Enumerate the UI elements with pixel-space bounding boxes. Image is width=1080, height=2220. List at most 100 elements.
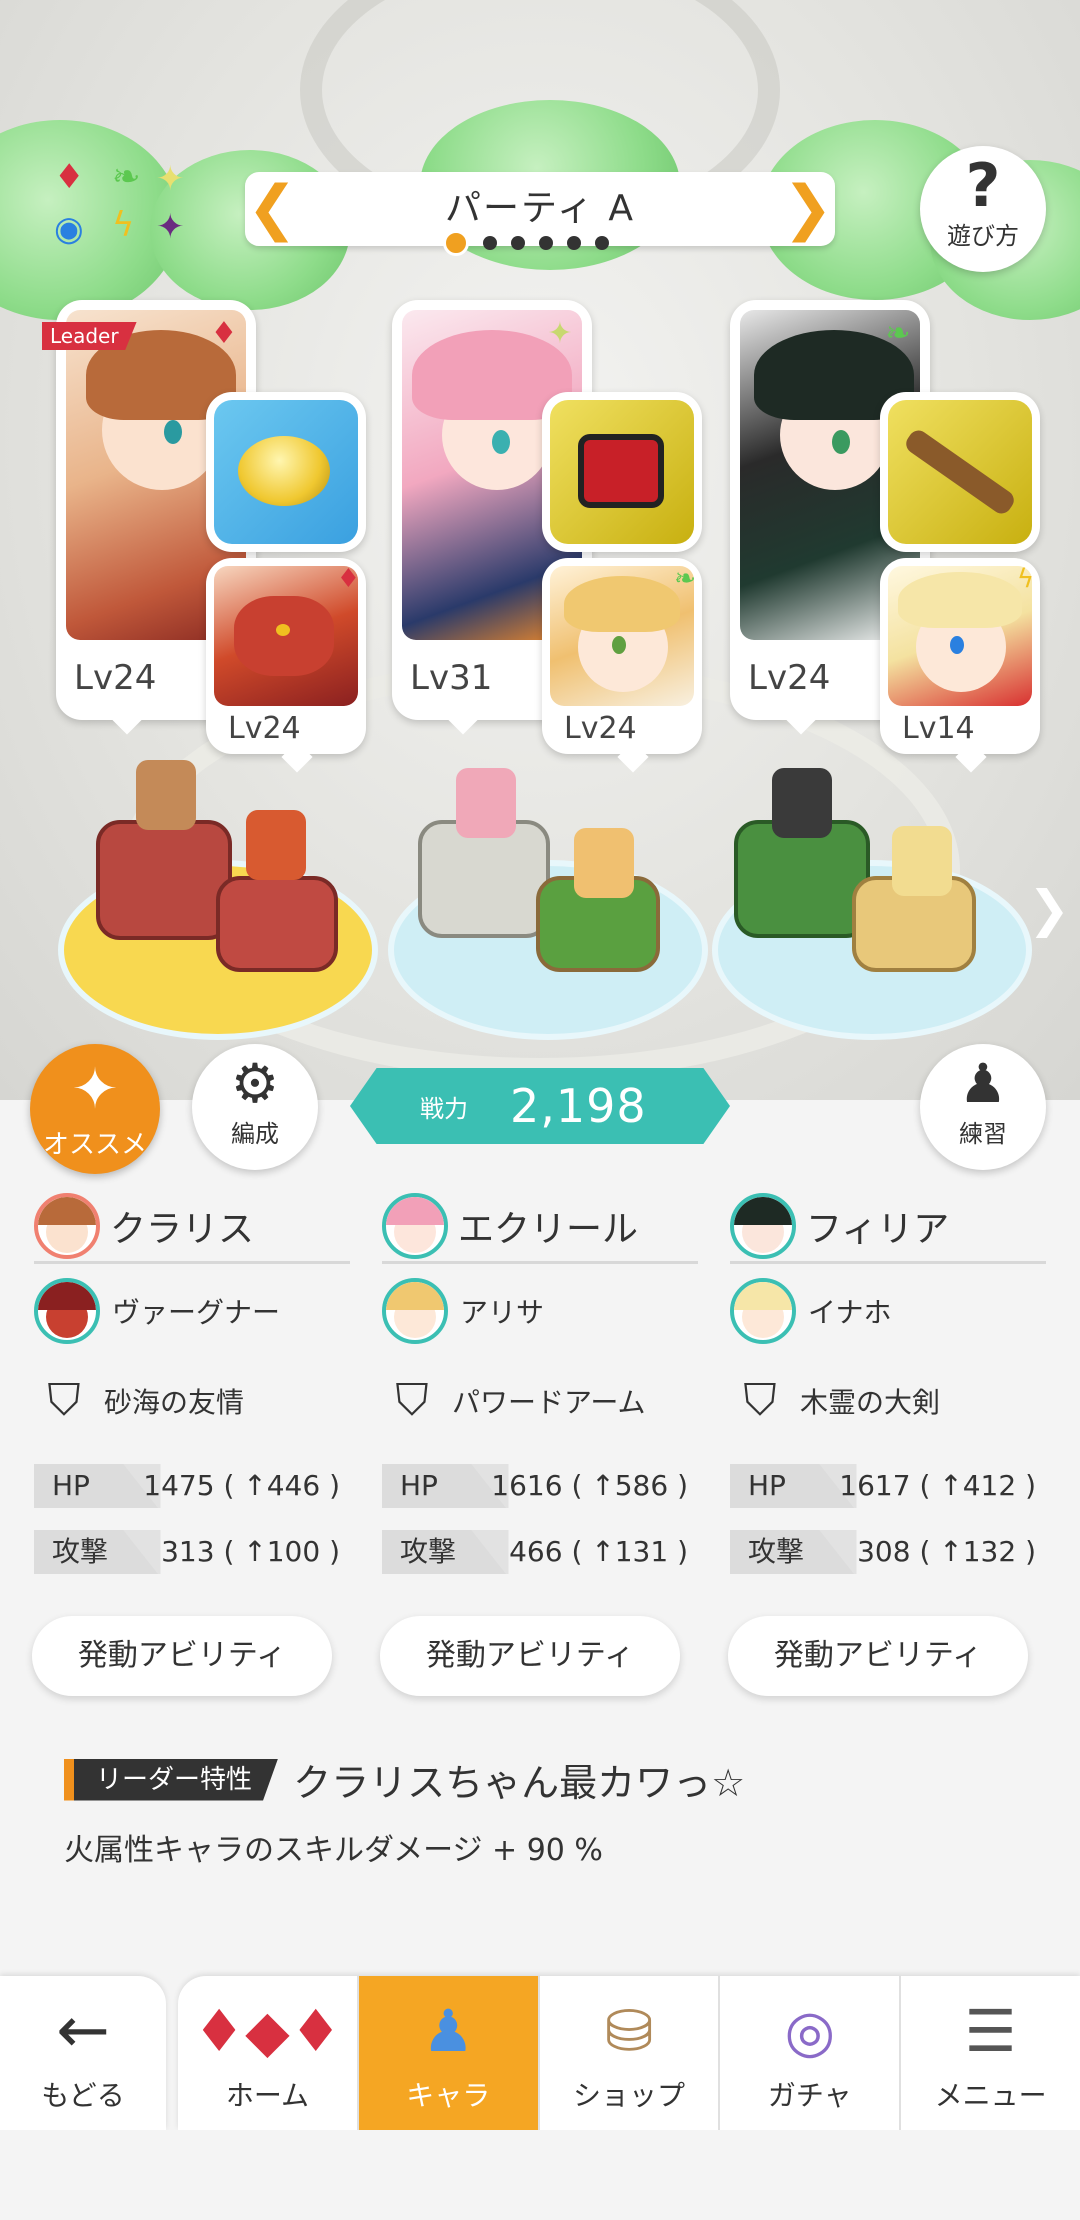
leader-skill-tag: リーダー特性 (64, 1758, 279, 1801)
unit-slot-3: ❧ Lv24 ϟ Lv14 (730, 300, 1060, 780)
chibi-sprite (892, 826, 952, 896)
sub-name: イナホ (808, 1296, 892, 1329)
sub-character-card[interactable]: ❧ Lv24 (542, 558, 702, 754)
leader-skill-title: クラリスちゃん最カワっ☆ (293, 1761, 746, 1805)
sub-name: ヴァーグナー (112, 1296, 281, 1329)
ability-button-2[interactable]: 発動アビリティ (380, 1616, 680, 1696)
party-dot[interactable] (539, 236, 553, 250)
wind-element-icon: ❧ (885, 316, 911, 351)
lightning-icon: ϟ (112, 205, 135, 245)
weapon-row[interactable]: ⛉ 木霊の大剣 (730, 1358, 1046, 1444)
next-party-arrow-icon[interactable]: ❯ (783, 178, 833, 238)
sub-name-row[interactable]: アリサ (382, 1264, 698, 1358)
sub-character-card[interactable]: ϟ Lv14 (880, 558, 1040, 754)
party-dot[interactable] (483, 236, 497, 250)
ability-button-3[interactable]: 発動アビリティ (728, 1616, 1028, 1696)
weapon-shield-icon: ⛉ (47, 1375, 81, 1426)
attack-row: 攻撃 466 ( ↑131 ) (382, 1530, 698, 1574)
equipment-slot[interactable] (542, 392, 702, 552)
scroll-right-arrow-icon[interactable]: ❯ (1028, 880, 1070, 938)
tab-shop[interactable]: ⛁ ショップ (540, 1976, 721, 2130)
back-arrow-icon: ← (56, 1994, 110, 2068)
party-dot[interactable] (511, 236, 525, 250)
chibi-sprite (772, 768, 832, 838)
sub-name-row[interactable]: イナホ (730, 1264, 1046, 1358)
tab-menu[interactable]: ☰ メニュー (901, 1976, 1080, 2130)
main-name-row[interactable]: エクリール (382, 1190, 698, 1264)
character-figure-icon: ♟ (422, 1997, 475, 2065)
shop-bags-icon: ⛁ (604, 1997, 654, 2065)
attack-row: 攻撃 308 ( ↑132 ) (730, 1530, 1046, 1574)
help-label: 遊び方 (947, 222, 1019, 250)
bottom-safe-area (0, 2130, 1080, 2220)
sub-name-row[interactable]: ヴァーグナー (34, 1264, 350, 1358)
back-button[interactable]: ← もどる (0, 1976, 166, 2130)
party-dot[interactable] (567, 236, 581, 250)
party-page-dots (443, 230, 609, 256)
sub-avatar (382, 1278, 448, 1344)
chibi-sprite (246, 810, 306, 880)
unit-slot-1: Leader ♦ Lv24 ♦ Lv24 (42, 300, 386, 780)
weapon-shield-icon: ⛉ (743, 1375, 777, 1426)
weapon-name: 砂海の友情 (104, 1386, 245, 1419)
tab-gacha-label: ガチャ (767, 2079, 852, 2112)
main-name: フィリア (806, 1208, 950, 1250)
fire-element-icon: ♦ (336, 564, 360, 594)
equipment-slot[interactable] (880, 392, 1040, 552)
practice-button[interactable]: ♟ 練習 (920, 1044, 1046, 1170)
hp-row: HP 1616 ( ↑586 ) (382, 1464, 698, 1508)
sub-character-card[interactable]: ♦ Lv24 (206, 558, 366, 754)
equipment-slot[interactable] (206, 392, 366, 552)
leader-tag: Leader (42, 322, 137, 350)
main-level: Lv31 (410, 658, 493, 698)
thunder-element-icon: ϟ (1016, 564, 1034, 594)
recommend-button[interactable]: ✦ オススメ (30, 1044, 160, 1174)
ability-button-1[interactable]: 発動アビリティ (32, 1616, 332, 1696)
weapon-row[interactable]: ⛉ 砂海の友情 (34, 1358, 350, 1444)
sub-level: Lv24 (564, 711, 637, 746)
formation-button[interactable]: ⚙ 編成 (192, 1044, 318, 1170)
tab-shop-label: ショップ (572, 2079, 685, 2112)
main-level: Lv24 (74, 658, 157, 698)
sub-character-portrait (550, 566, 694, 706)
main-name-row[interactable]: クラリス (34, 1190, 350, 1264)
hp-value: 1617 ( ↑412 ) (839, 1469, 1036, 1502)
training-dummy-icon: ♟ (958, 1052, 1008, 1115)
party-dot-active[interactable] (443, 230, 469, 256)
nav-tabs: ♦◆♦ ホーム ♟ キャラ ⛁ ショップ ◎ ガチャ ☰ メニュー (178, 1976, 1080, 2130)
attack-value: 313 ( ↑100 ) (161, 1535, 340, 1568)
hp-row: HP 1617 ( ↑412 ) (730, 1464, 1046, 1508)
main-name-row[interactable]: フィリア (730, 1190, 1046, 1264)
wind-element-icon: ❧ (674, 564, 696, 594)
formation-label: 編成 (231, 1120, 279, 1148)
weapon-name: パワードアーム (452, 1386, 646, 1419)
main-avatar (730, 1192, 796, 1259)
sub-avatar (730, 1278, 796, 1344)
help-button[interactable]: ? 遊び方 (920, 146, 1046, 272)
hp-label: HP (730, 1464, 854, 1508)
recommend-label: オススメ (42, 1130, 147, 1160)
question-mark-icon: ? (965, 151, 1001, 221)
chibi-sprite (136, 760, 196, 830)
bottom-navigation: ← もどる ♦◆♦ ホーム ♟ キャラ ⛁ ショップ ◎ ガチャ ☰ メニュー (0, 1976, 1080, 2130)
weapon-row[interactable]: ⛉ パワードアーム (382, 1358, 698, 1444)
home-gems-icon: ♦◆♦ (193, 1997, 342, 2065)
weapon-name: 木霊の大剣 (800, 1386, 941, 1419)
main-avatar (34, 1192, 100, 1259)
hp-label: HP (382, 1464, 506, 1508)
attack-label: 攻撃 (34, 1530, 158, 1574)
fire-diamond-icon: ♦ (54, 157, 85, 197)
party-dot[interactable] (595, 236, 609, 250)
menu-list-icon: ☰ (964, 1997, 1017, 2065)
attack-row: 攻撃 313 ( ↑100 ) (34, 1530, 350, 1574)
tab-character[interactable]: ♟ キャラ (358, 1976, 540, 2130)
power-label: 戦力 (420, 1094, 468, 1123)
prev-party-arrow-icon[interactable]: ❮ (247, 178, 297, 238)
tab-home[interactable]: ♦◆♦ ホーム (178, 1976, 359, 2130)
element-legend[interactable]: ♦ ❧ ✦ ◉ ϟ ✦ (50, 160, 190, 260)
dark-star-icon: ✦ (156, 207, 185, 247)
chibi-sprite (574, 828, 634, 898)
party-title: パーティ A (445, 188, 635, 229)
unit-stats-2: エクリール アリサ ⛉ パワードアーム HP 1616 ( ↑586 ) 攻撃 … (382, 1190, 698, 1574)
tab-gacha[interactable]: ◎ ガチャ (720, 1976, 902, 2130)
